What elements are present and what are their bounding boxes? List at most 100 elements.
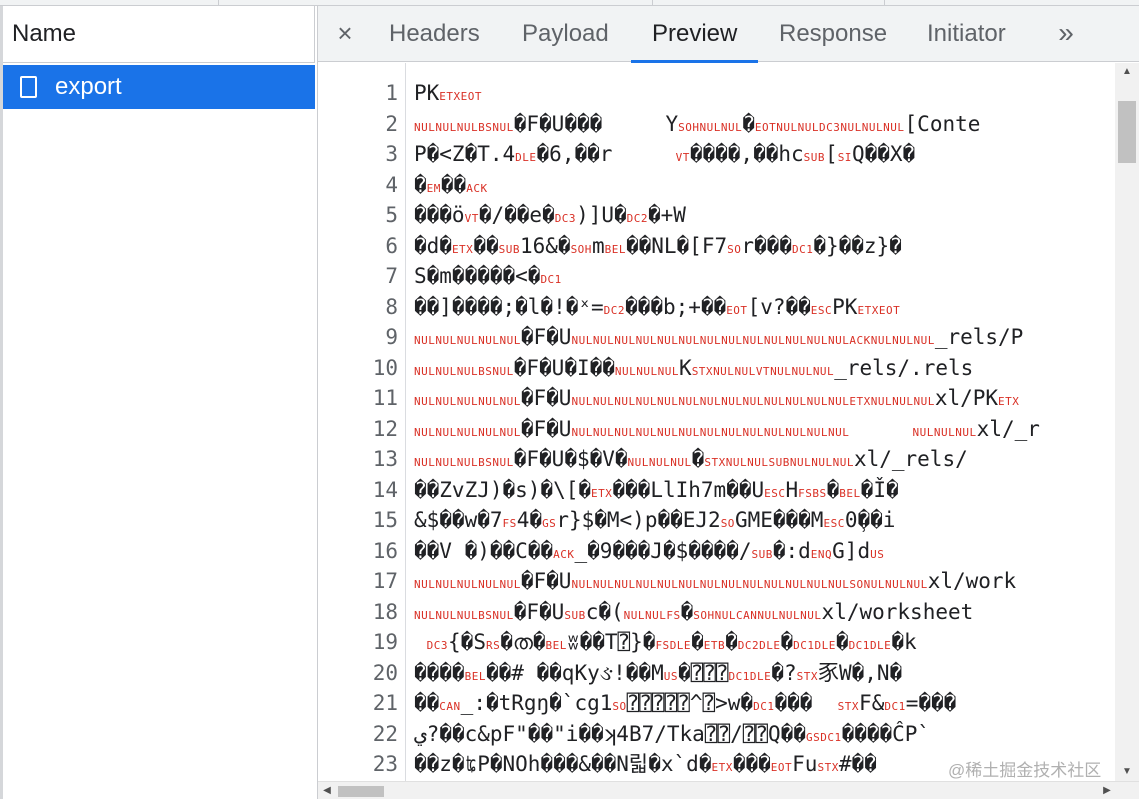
tab-preview[interactable]: Preview bbox=[631, 6, 759, 63]
control-char: NUL bbox=[635, 395, 657, 408]
control-char: NUL bbox=[699, 334, 722, 347]
horizontal-scrollbar[interactable]: ◀ ▶ bbox=[318, 781, 1139, 799]
control-char: FS bbox=[502, 517, 517, 530]
name-column-label: Name bbox=[12, 20, 77, 47]
control-char: BEL bbox=[545, 639, 567, 652]
tab-payload[interactable]: Payload bbox=[501, 6, 630, 62]
code-line: NULNULNULBSNUL�F�USUBc�(NULNULFS�SOHNULC… bbox=[414, 600, 974, 624]
scroll-up-arrow-icon[interactable]: ▲ bbox=[1115, 63, 1139, 81]
control-char: NUL bbox=[785, 334, 807, 347]
preview-editor[interactable]: 1 2 3 4 5 6 7 8 9 10 11 12 13 14 15 16 17 18 19 20 21 22 23 PK… bbox=[318, 63, 1139, 781]
code-line: NULNULNULBSNUL�F�U��� YSOHNULNUL�EOTNULN… bbox=[414, 112, 981, 136]
more-tabs-chevron-icon[interactable]: » bbox=[1051, 16, 1081, 50]
control-char: NUL bbox=[456, 456, 479, 469]
control-char: NUL bbox=[827, 395, 850, 408]
code-line: ��CAN_:�tRgŋ�`cg1SO⍰⍰⍰⍰⍰^⍰>w�DC1��� STXF… bbox=[414, 691, 957, 715]
control-char: ETX bbox=[591, 487, 613, 500]
scroll-left-arrow-icon[interactable]: ◀ bbox=[318, 782, 336, 799]
control-char: ETX bbox=[439, 90, 461, 103]
control-char: SOH bbox=[678, 121, 700, 134]
control-char: NUL bbox=[840, 121, 862, 134]
document-icon bbox=[20, 76, 37, 98]
control-char: NUL bbox=[892, 395, 914, 408]
control-char: STX bbox=[704, 456, 726, 469]
control-char: NUL bbox=[699, 395, 722, 408]
control-char: NUL bbox=[721, 426, 743, 439]
control-char: BEL bbox=[464, 670, 486, 683]
control-char: DC1 bbox=[728, 670, 750, 683]
tab-headers[interactable]: Headers bbox=[368, 6, 501, 62]
name-column-header[interactable]: Name bbox=[3, 6, 315, 63]
control-char: NUL bbox=[435, 334, 457, 347]
control-char: NUL bbox=[478, 426, 500, 439]
control-char: NUL bbox=[906, 578, 928, 591]
code-line: NULNULNULNULNUL�F�UNULNULNULNULNULNULNUL… bbox=[414, 417, 1040, 441]
control-char: SI bbox=[837, 151, 852, 164]
tab-initiator[interactable]: Initiator bbox=[906, 6, 1027, 62]
line-number: 8 bbox=[385, 295, 398, 319]
control-char: DLE bbox=[749, 670, 772, 683]
line-number: 6 bbox=[385, 234, 398, 258]
control-char: NUL bbox=[678, 426, 700, 439]
column-resizer[interactable] bbox=[314, 6, 315, 63]
control-char: ACK bbox=[553, 548, 575, 561]
control-char: NUL bbox=[435, 121, 457, 134]
request-detail-panel: × Headers Payload Preview Response Initi… bbox=[318, 6, 1139, 799]
control-char: BEL bbox=[839, 487, 861, 500]
control-char: NUL bbox=[811, 456, 833, 469]
code-line: ����BEL��# ��qKyઙ!��MUS�⍰⍰⍰DC1DLE�?STX豕W… bbox=[414, 661, 903, 685]
watermark: @稀土掘金技术社区 bbox=[948, 761, 1102, 780]
control-char: DC2 bbox=[603, 304, 626, 317]
control-char: VT bbox=[464, 212, 479, 225]
detail-tabbar: × Headers Payload Preview Response Initi… bbox=[318, 6, 1139, 63]
vertical-scrollbar[interactable]: ▲ ▼ bbox=[1115, 63, 1139, 781]
control-char: NUL bbox=[623, 609, 646, 622]
control-char: NUL bbox=[571, 426, 593, 439]
control-char: NUL bbox=[492, 121, 514, 134]
control-char: DLE bbox=[515, 151, 537, 164]
close-icon[interactable]: × bbox=[332, 18, 358, 48]
code-line: �EM��ACK bbox=[414, 173, 488, 197]
control-char: NUL bbox=[742, 334, 764, 347]
control-char: NUL bbox=[456, 609, 479, 622]
control-char: NUL bbox=[827, 578, 850, 591]
vertical-scroll-thumb[interactable] bbox=[1118, 101, 1136, 163]
tab-response[interactable]: Response bbox=[758, 6, 908, 62]
control-char: NUL bbox=[435, 426, 457, 439]
line-number: 20 bbox=[372, 661, 398, 685]
control-char: NUL bbox=[770, 365, 792, 378]
code-line: ��ZvZJ)�s)�\[�ETX���LlIh7m��UESCHFSBS�BE… bbox=[414, 478, 899, 502]
scroll-down-arrow-icon[interactable]: ▼ bbox=[1115, 763, 1139, 781]
control-char: NUL bbox=[499, 334, 521, 347]
line-number: 14 bbox=[372, 478, 398, 502]
control-char: FS bbox=[798, 487, 813, 500]
control-char: SO bbox=[612, 700, 627, 713]
control-char: NUL bbox=[614, 395, 636, 408]
control-char: NUL bbox=[614, 365, 637, 378]
control-char: NUL bbox=[714, 609, 737, 622]
control-char: NUL bbox=[435, 609, 457, 622]
control-char: DC3 bbox=[426, 639, 449, 652]
scroll-right-arrow-icon[interactable]: ▶ bbox=[1098, 782, 1116, 799]
control-char: NUL bbox=[456, 334, 479, 347]
control-char: ETX bbox=[998, 395, 1020, 408]
control-char: ETX bbox=[857, 304, 879, 317]
control-char: NUL bbox=[699, 121, 721, 134]
control-char: NUL bbox=[778, 609, 801, 622]
line-number: 18 bbox=[372, 600, 398, 624]
line-number: 21 bbox=[372, 691, 398, 715]
control-char: ETX bbox=[711, 761, 733, 774]
horizontal-scroll-thumb[interactable] bbox=[338, 786, 384, 797]
code-line: P�<Z�T.4DLE�6,��r VT����,��hcSUB[SIQ��X� bbox=[414, 142, 916, 166]
code-line: ��V �)��C��ACK_�9���J�$����/SUB�:dENQG]d… bbox=[414, 539, 885, 563]
control-char: DC3 bbox=[819, 121, 841, 134]
control-char: STX bbox=[796, 670, 818, 683]
control-char: NUL bbox=[721, 578, 743, 591]
control-char: DC1 bbox=[848, 639, 870, 652]
control-char: SOH bbox=[570, 243, 592, 256]
control-char: DC3 bbox=[554, 212, 577, 225]
control-char: NUL bbox=[776, 121, 798, 134]
control-char: NUL bbox=[571, 395, 593, 408]
control-char: NUL bbox=[592, 578, 615, 591]
request-row-export[interactable]: export bbox=[3, 65, 315, 109]
